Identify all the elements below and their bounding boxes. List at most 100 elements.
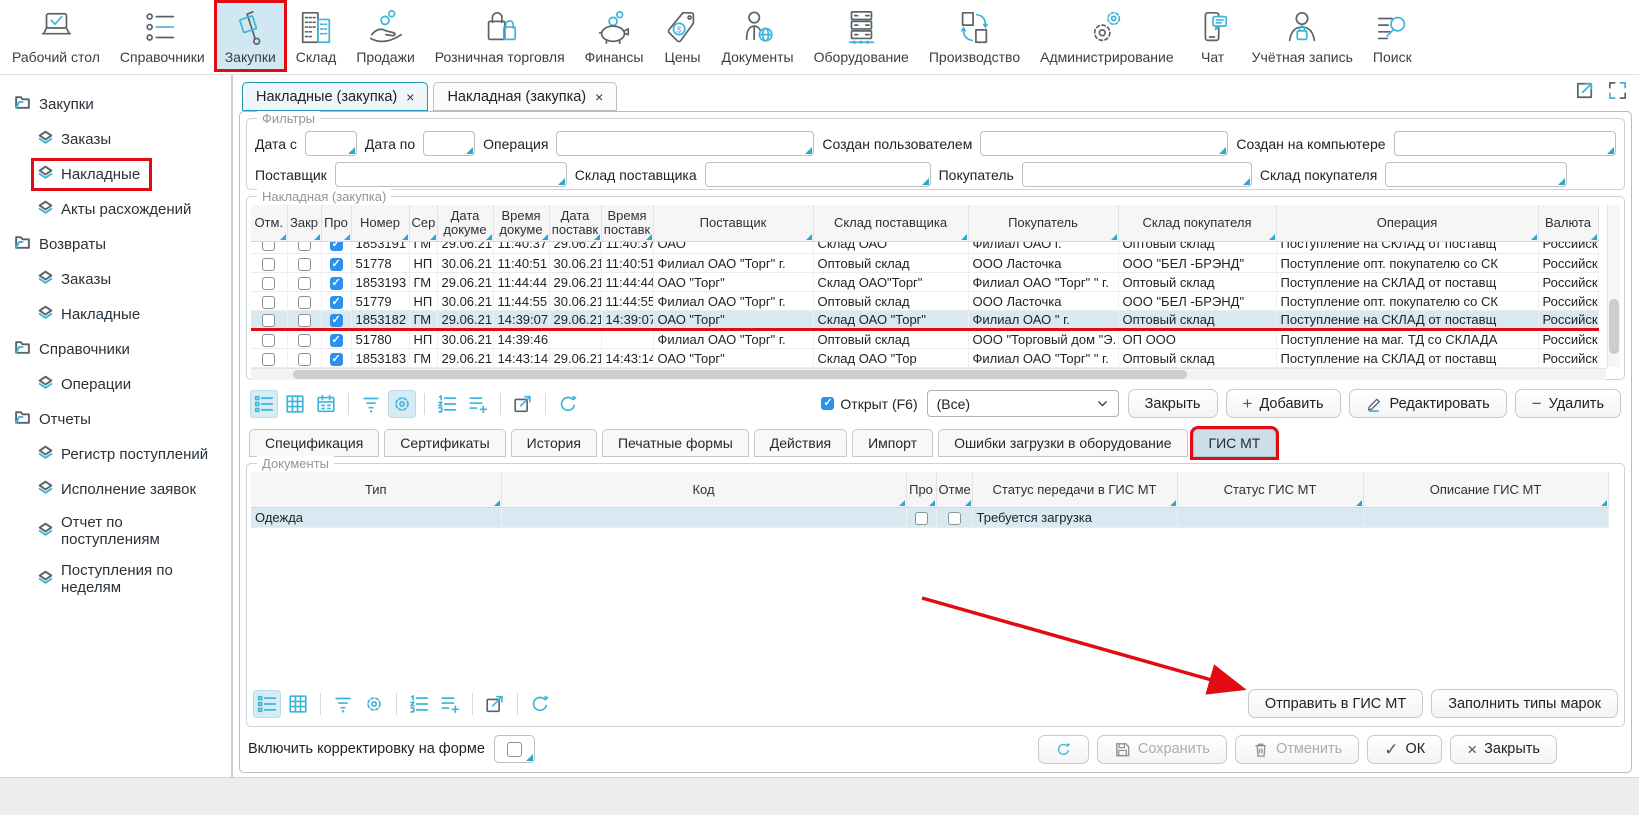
row-checkbox-closed[interactable] [298,242,311,252]
row-checkbox-marked[interactable] [262,277,275,290]
horizontal-scrollbar[interactable] [251,368,1606,380]
table-row[interactable]: 51780НП30.06.2114:39:46Филиал ОАО "Торг"… [251,330,1598,349]
save-button[interactable]: Сохранить [1097,735,1227,764]
list-view-icon[interactable] [250,390,278,418]
filter-input-buyer[interactable] [1022,162,1252,187]
row-checkbox-posted[interactable] [330,277,343,290]
delete-button[interactable]: −Удалить [1515,389,1621,418]
topbar-item-purchases[interactable]: Закупки [217,3,284,69]
row-checkbox-closed[interactable] [298,258,311,271]
topbar-item-production[interactable]: Производство [921,3,1028,69]
filter-input-supplier-warehouse[interactable] [705,162,931,187]
filter-select[interactable]: (Все) [927,390,1119,417]
tree-group-reports[interactable]: Отчеты [8,402,231,437]
row-checkbox-marked[interactable] [262,334,275,347]
cancel-button[interactable]: Отменить [1235,735,1359,764]
sidebar-item-return-invoices[interactable]: Накладные [8,297,231,332]
row-checkbox-marked[interactable] [262,242,275,252]
sidebar-item-operations[interactable]: Операции [8,367,231,402]
column-header-doc-date[interactable]: Датадокуме [437,205,493,241]
column-header-gis-transfer-status[interactable]: Статус передачи в ГИС МТ [972,472,1177,508]
column-header-marked[interactable]: Отм. [251,205,287,241]
topbar-item-finance[interactable]: Финансы [577,3,652,69]
list-view-icon[interactable] [253,690,281,718]
open-f6-checkbox[interactable]: Открыт (F6) [821,396,917,412]
detail-tab-gis-mt[interactable]: ГИС МТ [1193,429,1277,457]
row-checkbox-posted[interactable] [330,334,343,347]
close-invoice-button[interactable]: Закрыть [1128,389,1218,418]
table-row[interactable]: 1853183ГМ29.06.2114:43:1429.06.2114:43:1… [251,349,1598,368]
row-checkbox-closed[interactable] [298,296,311,309]
row-checkbox-closed[interactable] [298,353,311,366]
topbar-item-retail[interactable]: Розничная торговля [427,3,573,69]
column-header-closed[interactable]: Закр [287,205,321,241]
filter-icon[interactable] [329,690,357,718]
add-list-icon[interactable] [436,690,464,718]
column-header-type[interactable]: Тип [251,472,501,508]
refresh-button[interactable] [1038,735,1089,764]
close-button[interactable]: ×Закрыть [1450,735,1557,764]
column-header-buyer-warehouse[interactable]: Склад покупателя [1118,205,1276,241]
column-header-code[interactable]: Код [501,472,906,508]
detail-tab-actions[interactable]: Действия [754,429,847,457]
checkbox[interactable] [821,397,834,410]
tab-invoice[interactable]: Накладная (закупка)× [433,82,617,111]
sidebar-item-invoices[interactable]: Накладные [8,157,231,192]
ok-button[interactable]: ✓ОК [1367,735,1442,764]
sidebar-item-requests-execution[interactable]: Исполнение заявок [8,472,231,507]
row-checkbox-closed[interactable] [298,277,311,290]
topbar-item-sales[interactable]: Продажи [348,3,422,69]
numbered-list-icon[interactable] [433,390,461,418]
tree-group-returns[interactable]: Возвраты [8,227,231,262]
table-row[interactable]: ОдеждаТребуется загрузка [251,508,1608,527]
column-header-gis-status[interactable]: Статус ГИС МТ [1177,472,1363,508]
calendar-icon[interactable] [312,390,340,418]
column-header-series[interactable]: Сер [409,205,437,241]
correction-checkbox[interactable] [494,735,535,763]
column-header-supply-time[interactable]: Времяпоставк [601,205,653,241]
column-header-posted[interactable]: Про [906,472,936,508]
grid-icon[interactable] [284,690,312,718]
add-list-icon[interactable] [464,390,492,418]
vertical-scrollbar[interactable] [1607,205,1620,367]
column-header-doc-time[interactable]: Времядокуме [493,205,549,241]
detail-tab-history[interactable]: История [511,429,597,457]
row-checkbox-posted[interactable] [330,258,343,271]
topbar-item-desktop[interactable]: Рабочий стол [4,3,108,69]
filter-icon[interactable] [357,390,385,418]
column-header-posted[interactable]: Про [321,205,351,241]
row-checkbox-closed[interactable] [298,334,311,347]
sidebar-item-discrepancy-acts[interactable]: Акты расхождений [8,192,231,227]
open-in-window-icon[interactable] [1574,79,1597,107]
filter-input-created-on-computer[interactable] [1394,131,1616,156]
row-checkbox-closed[interactable] [298,314,311,327]
column-header-operation[interactable]: Операция [1276,205,1538,241]
filter-input-date-from[interactable] [305,131,357,156]
topbar-item-account[interactable]: Учётная запись [1244,3,1361,69]
topbar-item-administration[interactable]: Администрирование [1032,3,1182,69]
row-checkbox-canceled[interactable] [948,512,961,525]
column-header-supply-date[interactable]: Датапоставк [549,205,601,241]
gear-icon[interactable] [388,390,416,418]
row-checkbox-marked[interactable] [262,258,275,271]
table-row[interactable]: 51779НП30.06.2111:44:5530.06.2111:44:55Ф… [251,292,1598,311]
detail-tab-equipment-load-errors[interactable]: Ошибки загрузки в оборудование [938,429,1187,457]
topbar-item-directories[interactable]: Справочники [112,3,213,69]
gear-icon[interactable] [360,690,388,718]
checkbox[interactable] [507,742,522,757]
table-row[interactable]: 1853193ГМ29.06.2111:44:4429.06.2111:44:4… [251,273,1598,292]
sidebar-item-weekly-receipts[interactable]: Поступления по неделям [8,555,231,603]
row-checkbox-posted[interactable] [330,242,343,252]
table-row[interactable]: 51778НП30.06.2111:40:5130.06.2111:40:51Ф… [251,254,1598,273]
column-header-canceled[interactable]: Отме [936,472,972,508]
column-header-number[interactable]: Номер [351,205,409,241]
table-row[interactable]: 1853191ГМ29.06.2111:40:3729.06.2111:40:3… [251,242,1598,254]
tree-group-directories[interactable]: Справочники [8,332,231,367]
refresh-icon[interactable] [554,390,582,418]
filter-input-date-to[interactable] [423,131,475,156]
numbered-list-icon[interactable] [405,690,433,718]
scrollbar-thumb[interactable] [293,370,1187,379]
filter-input-supplier[interactable] [335,162,567,187]
topbar-item-warehouse[interactable]: Склад [288,3,345,69]
refresh-icon[interactable] [526,690,554,718]
